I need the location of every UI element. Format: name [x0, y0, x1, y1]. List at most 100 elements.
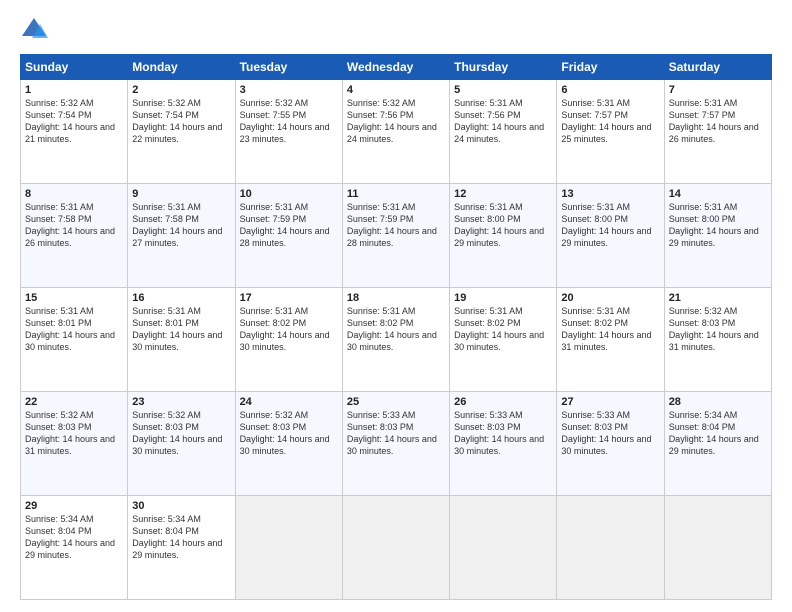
cell-info: Sunrise: 5:31 AM Sunset: 8:00 PM Dayligh…: [561, 201, 659, 250]
sunrise-label: Sunrise: 5:32 AM: [25, 410, 94, 420]
day-number: 11: [347, 188, 445, 200]
daylight-label: Daylight: 14 hours and 30 minutes.: [454, 434, 544, 456]
sunrise-label: Sunrise: 5:32 AM: [132, 410, 201, 420]
sunset-label: Sunset: 8:03 PM: [669, 318, 736, 328]
daylight-label: Daylight: 14 hours and 31 minutes.: [669, 330, 759, 352]
sunrise-label: Sunrise: 5:31 AM: [669, 98, 738, 108]
sunset-label: Sunset: 8:01 PM: [132, 318, 199, 328]
sunrise-label: Sunrise: 5:31 AM: [132, 306, 201, 316]
calendar-cell: 20 Sunrise: 5:31 AM Sunset: 8:02 PM Dayl…: [557, 288, 664, 392]
sunrise-label: Sunrise: 5:31 AM: [454, 202, 523, 212]
calendar-header-monday: Monday: [128, 55, 235, 80]
sunrise-label: Sunrise: 5:33 AM: [561, 410, 630, 420]
calendar-row-3: 22 Sunrise: 5:32 AM Sunset: 8:03 PM Dayl…: [21, 392, 772, 496]
sunset-label: Sunset: 8:01 PM: [25, 318, 92, 328]
calendar-row-0: 1 Sunrise: 5:32 AM Sunset: 7:54 PM Dayli…: [21, 80, 772, 184]
daylight-label: Daylight: 14 hours and 30 minutes.: [132, 434, 222, 456]
sunrise-label: Sunrise: 5:31 AM: [561, 306, 630, 316]
sunset-label: Sunset: 7:57 PM: [669, 110, 736, 120]
daylight-label: Daylight: 14 hours and 29 minutes.: [25, 538, 115, 560]
sunset-label: Sunset: 8:03 PM: [347, 422, 414, 432]
sunset-label: Sunset: 7:56 PM: [454, 110, 521, 120]
sunset-label: Sunset: 7:55 PM: [240, 110, 307, 120]
calendar-cell: 5 Sunrise: 5:31 AM Sunset: 7:56 PM Dayli…: [450, 80, 557, 184]
cell-info: Sunrise: 5:31 AM Sunset: 7:57 PM Dayligh…: [561, 97, 659, 146]
day-number: 20: [561, 292, 659, 304]
calendar-table: SundayMondayTuesdayWednesdayThursdayFrid…: [20, 54, 772, 600]
header: [20, 16, 772, 44]
calendar-header-friday: Friday: [557, 55, 664, 80]
sunrise-label: Sunrise: 5:34 AM: [669, 410, 738, 420]
sunrise-label: Sunrise: 5:32 AM: [240, 410, 309, 420]
calendar-cell: 30 Sunrise: 5:34 AM Sunset: 8:04 PM Dayl…: [128, 496, 235, 600]
daylight-label: Daylight: 14 hours and 31 minutes.: [561, 330, 651, 352]
calendar-row-4: 29 Sunrise: 5:34 AM Sunset: 8:04 PM Dayl…: [21, 496, 772, 600]
sunset-label: Sunset: 8:02 PM: [347, 318, 414, 328]
sunset-label: Sunset: 7:58 PM: [132, 214, 199, 224]
calendar-cell: 28 Sunrise: 5:34 AM Sunset: 8:04 PM Dayl…: [664, 392, 771, 496]
day-number: 14: [669, 188, 767, 200]
cell-info: Sunrise: 5:31 AM Sunset: 8:02 PM Dayligh…: [240, 305, 338, 354]
day-number: 4: [347, 84, 445, 96]
cell-info: Sunrise: 5:31 AM Sunset: 7:59 PM Dayligh…: [240, 201, 338, 250]
sunrise-label: Sunrise: 5:33 AM: [454, 410, 523, 420]
calendar-header-row: SundayMondayTuesdayWednesdayThursdayFrid…: [21, 55, 772, 80]
day-number: 21: [669, 292, 767, 304]
calendar-cell: 2 Sunrise: 5:32 AM Sunset: 7:54 PM Dayli…: [128, 80, 235, 184]
daylight-label: Daylight: 14 hours and 30 minutes.: [454, 330, 544, 352]
daylight-label: Daylight: 14 hours and 27 minutes.: [132, 226, 222, 248]
sunrise-label: Sunrise: 5:32 AM: [132, 98, 201, 108]
cell-info: Sunrise: 5:31 AM Sunset: 8:00 PM Dayligh…: [669, 201, 767, 250]
calendar-header-sunday: Sunday: [21, 55, 128, 80]
sunset-label: Sunset: 7:54 PM: [25, 110, 92, 120]
sunset-label: Sunset: 8:04 PM: [25, 526, 92, 536]
cell-info: Sunrise: 5:31 AM Sunset: 7:58 PM Dayligh…: [132, 201, 230, 250]
cell-info: Sunrise: 5:33 AM Sunset: 8:03 PM Dayligh…: [347, 409, 445, 458]
sunrise-label: Sunrise: 5:31 AM: [347, 202, 416, 212]
daylight-label: Daylight: 14 hours and 29 minutes.: [561, 226, 651, 248]
cell-info: Sunrise: 5:31 AM Sunset: 8:01 PM Dayligh…: [132, 305, 230, 354]
calendar-cell: 27 Sunrise: 5:33 AM Sunset: 8:03 PM Dayl…: [557, 392, 664, 496]
day-number: 28: [669, 396, 767, 408]
calendar-row-2: 15 Sunrise: 5:31 AM Sunset: 8:01 PM Dayl…: [21, 288, 772, 392]
cell-info: Sunrise: 5:32 AM Sunset: 8:03 PM Dayligh…: [240, 409, 338, 458]
cell-info: Sunrise: 5:31 AM Sunset: 7:59 PM Dayligh…: [347, 201, 445, 250]
sunrise-label: Sunrise: 5:34 AM: [132, 514, 201, 524]
logo-icon: [20, 16, 48, 44]
calendar-header-tuesday: Tuesday: [235, 55, 342, 80]
sunset-label: Sunset: 8:00 PM: [454, 214, 521, 224]
sunrise-label: Sunrise: 5:32 AM: [347, 98, 416, 108]
sunrise-label: Sunrise: 5:31 AM: [25, 202, 94, 212]
sunset-label: Sunset: 8:03 PM: [25, 422, 92, 432]
calendar-cell: [450, 496, 557, 600]
sunset-label: Sunset: 8:00 PM: [669, 214, 736, 224]
logo: [20, 16, 52, 44]
sunrise-label: Sunrise: 5:31 AM: [561, 202, 630, 212]
day-number: 7: [669, 84, 767, 96]
sunrise-label: Sunrise: 5:31 AM: [132, 202, 201, 212]
calendar-cell: 12 Sunrise: 5:31 AM Sunset: 8:00 PM Dayl…: [450, 184, 557, 288]
calendar-cell: 13 Sunrise: 5:31 AM Sunset: 8:00 PM Dayl…: [557, 184, 664, 288]
calendar-cell: 22 Sunrise: 5:32 AM Sunset: 8:03 PM Dayl…: [21, 392, 128, 496]
calendar-cell: 23 Sunrise: 5:32 AM Sunset: 8:03 PM Dayl…: [128, 392, 235, 496]
day-number: 26: [454, 396, 552, 408]
calendar-header-wednesday: Wednesday: [342, 55, 449, 80]
day-number: 9: [132, 188, 230, 200]
cell-info: Sunrise: 5:31 AM Sunset: 8:02 PM Dayligh…: [561, 305, 659, 354]
calendar-cell: 19 Sunrise: 5:31 AM Sunset: 8:02 PM Dayl…: [450, 288, 557, 392]
daylight-label: Daylight: 14 hours and 30 minutes.: [240, 434, 330, 456]
cell-info: Sunrise: 5:32 AM Sunset: 8:03 PM Dayligh…: [132, 409, 230, 458]
day-number: 23: [132, 396, 230, 408]
cell-info: Sunrise: 5:31 AM Sunset: 8:01 PM Dayligh…: [25, 305, 123, 354]
sunset-label: Sunset: 7:56 PM: [347, 110, 414, 120]
calendar-cell: 18 Sunrise: 5:31 AM Sunset: 8:02 PM Dayl…: [342, 288, 449, 392]
calendar-cell: 29 Sunrise: 5:34 AM Sunset: 8:04 PM Dayl…: [21, 496, 128, 600]
day-number: 12: [454, 188, 552, 200]
calendar-cell: 4 Sunrise: 5:32 AM Sunset: 7:56 PM Dayli…: [342, 80, 449, 184]
cell-info: Sunrise: 5:32 AM Sunset: 7:56 PM Dayligh…: [347, 97, 445, 146]
daylight-label: Daylight: 14 hours and 29 minutes.: [132, 538, 222, 560]
cell-info: Sunrise: 5:31 AM Sunset: 8:02 PM Dayligh…: [347, 305, 445, 354]
cell-info: Sunrise: 5:31 AM Sunset: 7:57 PM Dayligh…: [669, 97, 767, 146]
calendar-cell: 24 Sunrise: 5:32 AM Sunset: 8:03 PM Dayl…: [235, 392, 342, 496]
daylight-label: Daylight: 14 hours and 30 minutes.: [132, 330, 222, 352]
